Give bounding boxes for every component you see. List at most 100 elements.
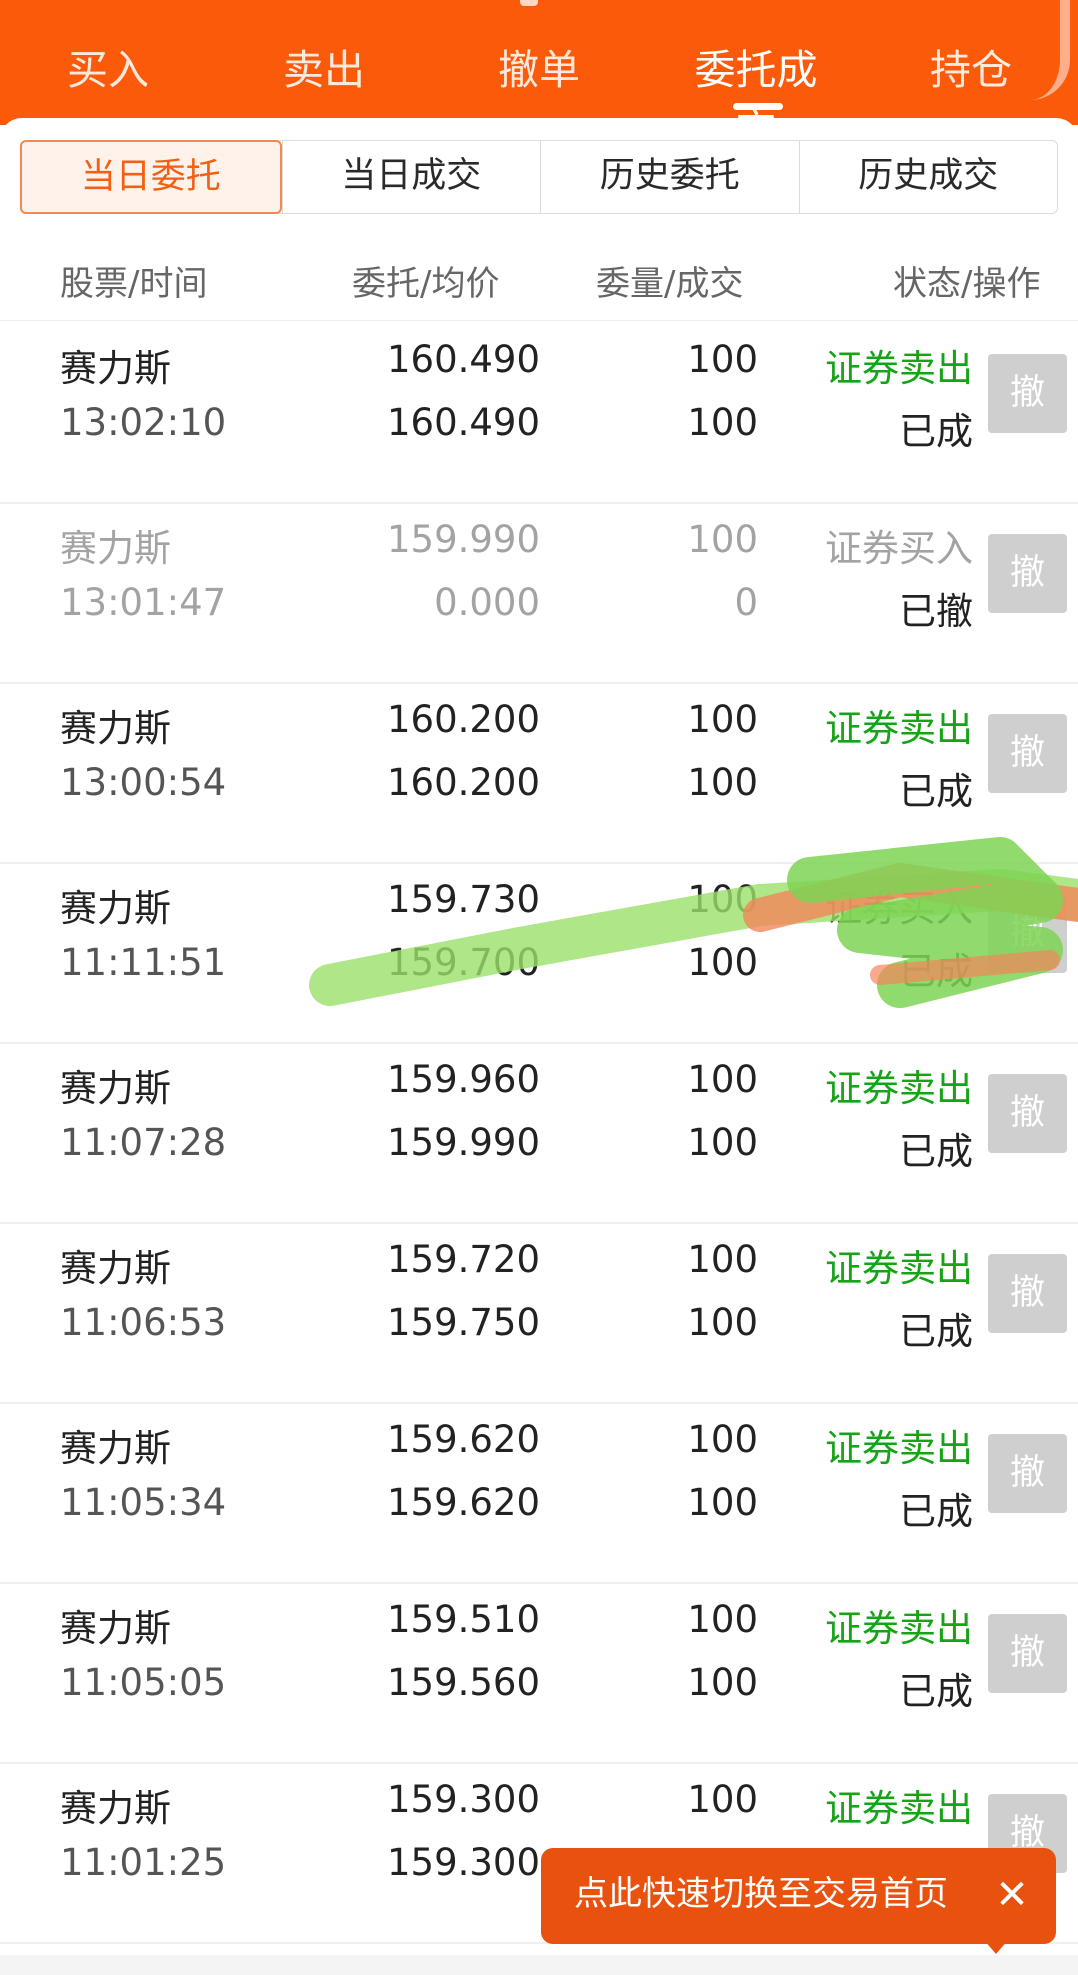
filled-quantity: 100 xyxy=(687,1301,758,1344)
header-stock-time: 股票/时间 xyxy=(60,264,208,304)
order-quantity: 100 xyxy=(687,1778,758,1821)
tab-sell[interactable]: 卖出 xyxy=(244,40,404,100)
order-side: 证券卖出 xyxy=(825,1427,973,1470)
order-quantity: 100 xyxy=(687,1058,758,1101)
segment-today-orders[interactable]: 当日委托 xyxy=(20,140,282,214)
average-price: 159.300 xyxy=(386,1841,540,1884)
order-side: 证券卖出 xyxy=(825,1067,973,1110)
order-price: 159.960 xyxy=(386,1058,540,1101)
order-segment-control: 当日委托 当日成交 历史委托 历史成交 xyxy=(20,140,1058,214)
filled-quantity: 100 xyxy=(687,761,758,804)
order-quantity: 100 xyxy=(687,878,758,921)
order-price: 159.300 xyxy=(386,1778,540,1821)
order-row[interactable]: 赛力斯 11:07:28 159.960 159.990 100 100 证券卖出 已成撤 xyxy=(0,1042,1078,1224)
stock-name: 赛力斯 xyxy=(60,527,171,570)
order-price: 159.720 xyxy=(386,1238,540,1281)
order-time: 11:05:05 xyxy=(60,1661,227,1704)
bottom-strip xyxy=(0,1955,1078,1975)
average-price: 160.490 xyxy=(386,401,540,444)
order-time: 11:05:34 xyxy=(60,1481,227,1524)
order-row[interactable]: 赛力斯 11:05:34 159.620 159.620 100 100 证券卖出已成撤 xyxy=(0,1402,1078,1584)
stock-name: 赛力斯 xyxy=(60,1787,171,1830)
order-side: 证券买入 xyxy=(825,527,973,570)
order-time: 11:07:28 xyxy=(60,1121,227,1164)
average-price: 0.000 xyxy=(434,581,540,624)
average-price: 159.700 xyxy=(386,941,540,984)
order-price: 159.990 xyxy=(386,518,540,561)
stock-name: 赛力斯 xyxy=(60,887,171,930)
order-row[interactable]: 赛力斯 13:02:10 160.490 160.490 100 100 证券卖出 已成撤 xyxy=(0,322,1078,504)
order-row[interactable]: 赛力斯 11:11:51 159.730 159.700 100 100 证券买入 已成撤 xyxy=(0,862,1078,1044)
average-price: 159.560 xyxy=(386,1661,540,1704)
order-time: 13:00:54 xyxy=(60,761,227,804)
average-price: 159.620 xyxy=(386,1481,540,1524)
header-price-avg: 委托/均价 xyxy=(352,264,500,304)
order-row[interactable]: 赛力斯 13:01:47 159.990 0.000 100 0 证券买入已撤撤 xyxy=(0,502,1078,684)
order-price: 159.620 xyxy=(386,1418,540,1461)
cancel-order-button[interactable]: 撤 xyxy=(988,1254,1067,1333)
order-quantity: 100 xyxy=(687,1418,758,1461)
cancel-order-button[interactable]: 撤 xyxy=(988,714,1067,793)
tab-buy[interactable]: 买入 xyxy=(28,40,188,100)
average-price: 159.750 xyxy=(386,1301,540,1344)
filled-quantity: 100 xyxy=(687,1121,758,1164)
tab-positions[interactable]: 持仓 xyxy=(891,40,1051,100)
quick-switch-toast[interactable]: 点此快速切换至交易首页 ✕ xyxy=(541,1848,1056,1954)
order-row[interactable]: 赛力斯 11:06:53 159.720 159.750 100 100 证券卖出 已成撤 xyxy=(0,1222,1078,1404)
cancel-order-button[interactable]: 撤 xyxy=(988,1074,1067,1153)
filled-quantity: 100 xyxy=(687,941,758,984)
order-status: 已撤 xyxy=(899,590,973,633)
top-nav-bar: 买入 卖出 撤单 委托成交 持仓 xyxy=(0,0,1078,154)
order-status: 已成 xyxy=(899,410,973,453)
filled-quantity: 100 xyxy=(687,401,758,444)
stock-name: 赛力斯 xyxy=(60,1607,171,1650)
order-time: 13:01:47 xyxy=(60,581,227,624)
close-icon[interactable]: ✕ xyxy=(989,1872,1035,1918)
order-quantity: 100 xyxy=(687,698,758,741)
order-status: 已成 xyxy=(899,1490,973,1533)
stock-name: 赛力斯 xyxy=(60,707,171,750)
order-price: 160.200 xyxy=(386,698,540,741)
order-quantity: 100 xyxy=(687,338,758,381)
order-side: 证券卖出 xyxy=(825,707,973,750)
order-price: 159.730 xyxy=(386,878,540,921)
order-quantity: 100 xyxy=(687,518,758,561)
cancel-order-button[interactable]: 撤 xyxy=(988,354,1067,433)
cancel-order-button[interactable]: 撤 xyxy=(988,534,1067,613)
cancel-order-button[interactable]: 撤 xyxy=(988,1614,1067,1693)
order-row[interactable]: 赛力斯 13:00:54 160.200 160.200 100 100 证券卖出已成撤 xyxy=(0,682,1078,864)
toast-pointer xyxy=(984,1940,1008,1954)
order-quantity: 100 xyxy=(687,1238,758,1281)
order-price: 160.490 xyxy=(386,338,540,381)
stock-name: 赛力斯 xyxy=(60,1427,171,1470)
order-status: 已成 xyxy=(899,770,973,813)
stock-name: 赛力斯 xyxy=(60,1067,171,1110)
filled-quantity: 0 xyxy=(734,581,758,624)
order-side: 证券卖出 xyxy=(825,347,973,390)
active-tab-indicator xyxy=(733,103,783,110)
order-quantity: 100 xyxy=(687,1598,758,1641)
order-time: 13:02:10 xyxy=(60,401,227,444)
filled-quantity: 100 xyxy=(687,1661,758,1704)
segment-history-orders[interactable]: 历史委托 xyxy=(540,141,799,213)
segment-today-trades[interactable]: 当日成交 xyxy=(281,141,541,213)
order-side: 证券卖出 xyxy=(825,1787,973,1830)
order-price: 159.510 xyxy=(386,1598,540,1641)
average-price: 160.200 xyxy=(386,761,540,804)
segment-history-trades[interactable]: 历史成交 xyxy=(798,141,1058,213)
header-status-action: 状态/操作 xyxy=(893,264,1041,304)
order-time: 11:11:51 xyxy=(60,941,227,984)
cancel-order-button[interactable]: 撤 xyxy=(988,1434,1067,1513)
cancel-order-button[interactable]: 撤 xyxy=(988,894,1067,973)
tab-cancel-order[interactable]: 撤单 xyxy=(459,40,619,100)
order-time: 11:06:53 xyxy=(60,1301,227,1344)
order-status: 已成 xyxy=(899,1130,973,1173)
order-side: 证券买入 xyxy=(825,887,973,930)
header-qty-fill: 委量/成交 xyxy=(596,264,744,304)
toast-message[interactable]: 点此快速切换至交易首页 xyxy=(574,1872,948,1916)
order-row[interactable]: 赛力斯 11:05:05 159.510 159.560 100 100 证券卖出 已成撤 xyxy=(0,1582,1078,1764)
order-status: 已成 xyxy=(899,1310,973,1353)
filled-quantity: 100 xyxy=(687,1481,758,1524)
stock-name: 赛力斯 xyxy=(60,1247,171,1290)
order-time: 11:01:25 xyxy=(60,1841,227,1884)
